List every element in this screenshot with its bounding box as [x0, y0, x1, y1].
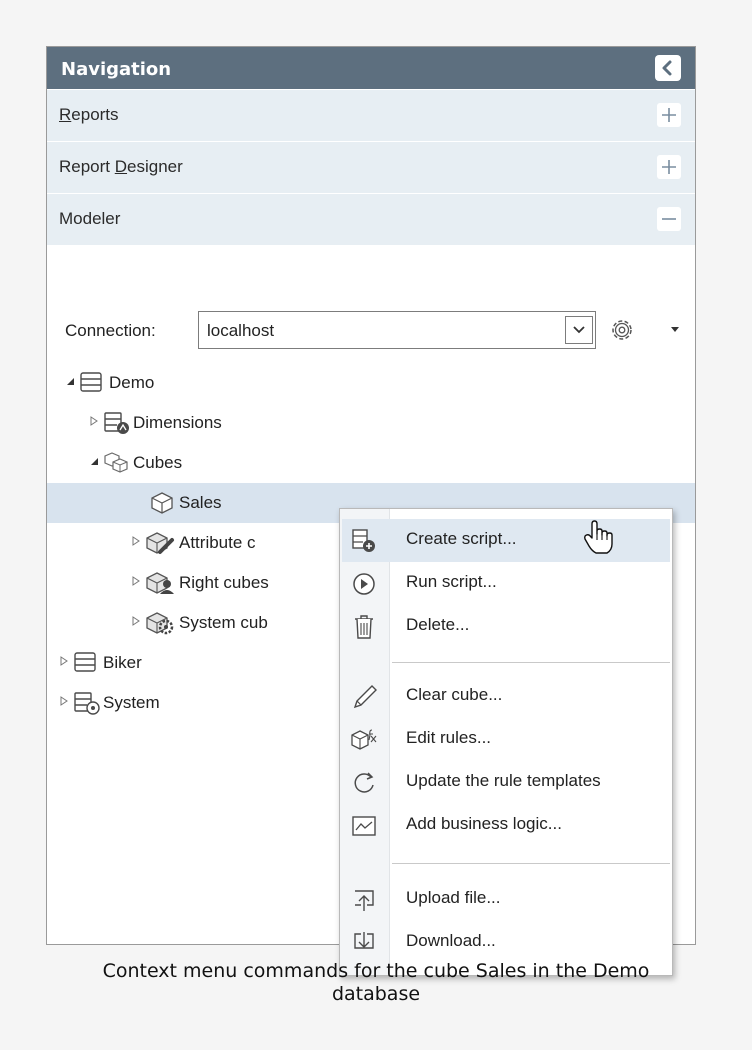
section-reports-label: Reports	[59, 105, 119, 124]
hand-cursor-icon	[584, 520, 613, 554]
navigation-header: Navigation	[47, 47, 695, 89]
figure-caption: Context menu commands for the cube Sales…	[0, 960, 752, 1006]
business-logic-icon	[352, 816, 376, 836]
menu-label-edit-rules: Edit rules...	[406, 728, 492, 747]
expand-report-designer-button[interactable]	[657, 155, 681, 179]
section-modeler[interactable]: Modeler	[47, 193, 695, 245]
collapse-modeler-button[interactable]	[657, 207, 681, 231]
caret-down-icon[interactable]	[669, 325, 681, 335]
menu-separator	[392, 662, 670, 663]
menu-item-run-script[interactable]: Run script...	[342, 562, 670, 605]
connection-value: localhost	[207, 321, 275, 340]
gear-icon[interactable]	[607, 315, 637, 345]
menu-item-add-business-logic[interactable]: Add business logic...	[342, 804, 670, 847]
menu-item-clear-cube[interactable]: Clear cube...	[342, 675, 670, 718]
expanded-arrow-icon[interactable]	[65, 376, 75, 386]
menu-label-run-script: Run script...	[406, 572, 497, 591]
collapsed-arrow-icon[interactable]	[131, 616, 141, 626]
expand-reports-button[interactable]	[657, 103, 681, 127]
chevron-down-icon	[573, 326, 585, 334]
refresh-icon	[354, 772, 374, 793]
menu-label-add-business-logic: Add business logic...	[406, 814, 562, 833]
menu-item-download[interactable]: Download...	[342, 921, 670, 964]
connection-dropdown-button[interactable]	[565, 316, 593, 344]
tree-label-right-cubes: Right cubes	[179, 573, 269, 592]
chevron-left-icon	[662, 60, 672, 76]
menu-label-download: Download...	[406, 931, 496, 950]
menu-label-create-script: Create script...	[406, 529, 517, 548]
cubes-icon	[104, 452, 128, 473]
plus-icon	[662, 108, 676, 122]
menu-item-delete[interactable]: Delete...	[342, 605, 670, 648]
connection-label: Connection:	[65, 321, 156, 340]
tree-label-system: System	[103, 693, 160, 712]
minus-icon	[662, 218, 676, 220]
trash-icon	[355, 615, 373, 639]
system-cube-icon	[146, 612, 174, 635]
tree-item-cubes[interactable]: Cubes	[47, 443, 695, 483]
menu-item-update-rule-templates[interactable]: Update the rule templates	[342, 761, 670, 804]
eraser-icon	[353, 685, 377, 709]
expanded-arrow-icon[interactable]	[89, 456, 99, 466]
menu-label-delete: Delete...	[406, 615, 470, 634]
caption-line-2: database	[331, 983, 421, 1005]
collapsed-arrow-icon[interactable]	[89, 416, 99, 426]
caption-line-1: Context menu commands for the cube Sales…	[102, 960, 650, 982]
cube-icon	[151, 492, 173, 514]
menu-separator	[392, 863, 670, 864]
menu-item-edit-rules[interactable]: Edit rules...	[342, 718, 670, 761]
dimensions-icon	[104, 412, 129, 434]
plus-icon	[662, 160, 676, 174]
tree-label-dimensions: Dimensions	[133, 413, 222, 432]
tree-label-attribute-cubes: Attribute c	[179, 533, 256, 552]
upload-icon	[355, 890, 374, 911]
tree-label-cubes: Cubes	[133, 453, 183, 472]
menu-item-create-script[interactable]: Create script...	[342, 519, 670, 562]
database-icon	[74, 652, 96, 672]
collapsed-arrow-icon[interactable]	[59, 656, 69, 666]
tree-item-dimensions[interactable]: Dimensions	[47, 403, 695, 443]
create-script-icon	[352, 529, 375, 552]
play-icon	[353, 573, 375, 595]
collapsed-arrow-icon[interactable]	[131, 576, 141, 586]
attribute-cube-icon	[146, 532, 174, 554]
right-cube-icon	[146, 572, 174, 594]
navigation-title: Navigation	[61, 59, 172, 80]
menu-label-update-rule-templates: Update the rule templates	[406, 771, 601, 790]
menu-item-upload-file[interactable]: Upload file...	[342, 878, 670, 921]
collapsed-arrow-icon[interactable]	[131, 536, 141, 546]
tree-label-demo: Demo	[109, 373, 155, 392]
section-report-designer[interactable]: Report Designer	[47, 141, 695, 193]
system-database-icon	[74, 692, 100, 715]
context-menu: Create script... Run script... Delete...	[339, 508, 673, 976]
tree-label-sales: Sales	[179, 493, 222, 512]
rules-cube-icon	[351, 729, 377, 750]
section-report-designer-label: Report Designer	[59, 157, 183, 176]
section-reports[interactable]: Reports	[47, 89, 695, 141]
collapsed-arrow-icon[interactable]	[59, 696, 69, 706]
tree-label-system-cubes: System cub	[179, 613, 268, 632]
tree-label-biker: Biker	[103, 653, 142, 672]
connection-select[interactable]: localhost	[198, 311, 596, 349]
download-icon	[354, 932, 374, 949]
menu-label-clear-cube: Clear cube...	[406, 685, 503, 704]
tree-item-demo[interactable]: Demo	[47, 363, 695, 403]
navigation-panel: Navigation Reports Report Designer Model…	[46, 46, 696, 976]
collapse-panel-button[interactable]	[655, 55, 681, 81]
menu-label-upload-file: Upload file...	[406, 888, 501, 907]
database-icon	[80, 372, 102, 392]
section-modeler-label: Modeler	[59, 209, 121, 228]
